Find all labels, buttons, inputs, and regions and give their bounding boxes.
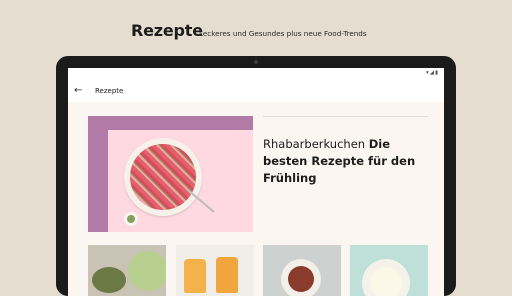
app-screen: ▾◢▮ ← Rezepte Rhabarberkuchen Die besten…	[68, 68, 444, 296]
recipe-card[interactable]	[88, 245, 166, 296]
recipe-card-image	[92, 267, 126, 293]
recipe-card[interactable]	[176, 245, 254, 296]
app-toolbar: ← Rezepte	[68, 82, 444, 102]
promo-title: Rezepte	[131, 21, 203, 40]
recipe-card-image	[288, 266, 314, 292]
recipe-card-image	[370, 267, 402, 296]
rhubarb-pie	[130, 144, 196, 210]
small-bowl-content	[127, 215, 135, 223]
hero-stripe	[88, 116, 108, 232]
arrow-left-icon[interactable]: ←	[74, 85, 82, 96]
recipe-card-image	[128, 251, 166, 291]
status-bar: ▾◢▮	[68, 68, 444, 82]
featured-article-heading[interactable]: Rhabarberkuchen Die besten Rezepte für d…	[263, 136, 433, 187]
tablet-frame: ▾◢▮ ← Rezepte Rhabarberkuchen Die besten…	[56, 56, 456, 296]
divider	[263, 116, 428, 117]
featured-article-image[interactable]	[88, 116, 253, 232]
featured-article-title: Rhabarberkuchen	[263, 137, 366, 151]
status-icons: ▾◢▮	[425, 70, 439, 76]
hero-band	[88, 116, 253, 130]
toolbar-title: Rezepte	[95, 87, 124, 95]
camera-icon	[254, 60, 258, 64]
pie-plate	[124, 138, 202, 216]
promo-subtitle: Leckeres und Gesundes plus neue Food-Tre…	[199, 29, 367, 38]
recipe-card[interactable]	[350, 245, 428, 296]
recipe-card[interactable]	[263, 245, 341, 296]
